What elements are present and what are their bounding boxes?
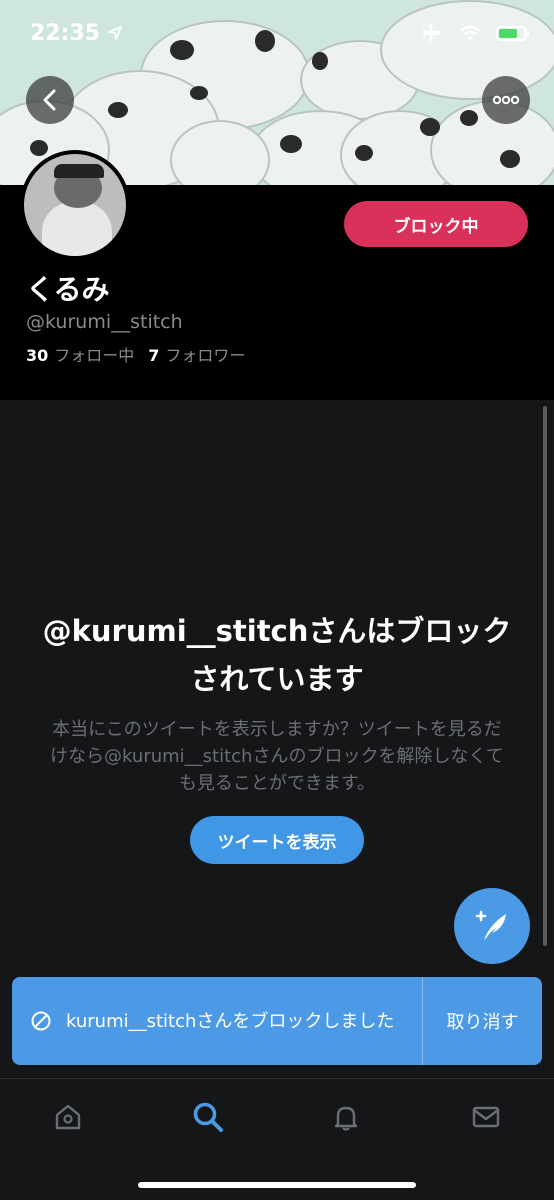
- follow-counts: 30 フォロー中 7 フォロワー: [26, 342, 245, 366]
- show-tweets-button[interactable]: ツイートを表示: [190, 816, 364, 864]
- more-horizontal-icon: [492, 95, 520, 105]
- tab-messages[interactable]: [466, 1097, 506, 1137]
- back-button[interactable]: [26, 76, 74, 124]
- blocked-description: 本当にこのツイートを表示しますか？ツイートを見るだけなら@kurumi__sti…: [50, 719, 504, 794]
- tab-search[interactable]: [188, 1097, 228, 1137]
- profile-handle: @kurumi__stitch: [26, 311, 183, 333]
- location-arrow-icon: [108, 26, 122, 40]
- profile-display-name: くるみ: [26, 273, 110, 306]
- battery-icon: [496, 25, 529, 41]
- wifi-icon: [460, 25, 480, 41]
- undo-button[interactable]: 取り消す: [422, 977, 542, 1065]
- block-icon: [31, 1011, 51, 1031]
- status-time: 22:35: [30, 21, 122, 46]
- compose-tweet-button[interactable]: [454, 888, 530, 964]
- home-icon: [55, 1104, 81, 1130]
- tab-home[interactable]: [48, 1097, 88, 1137]
- airplane-icon: [423, 23, 441, 43]
- chevron-left-icon: [43, 89, 56, 111]
- home-indicator: [138, 1182, 416, 1188]
- tab-notifications[interactable]: [326, 1097, 366, 1137]
- avatar[interactable]: [20, 150, 130, 260]
- bell-icon: [334, 1106, 358, 1131]
- search-icon: [193, 1102, 223, 1132]
- more-options-button[interactable]: [482, 76, 530, 124]
- block-snackbar: kurumi__stitchさんをブロックしました 取り消す: [12, 977, 542, 1065]
- scroll-indicator: [543, 406, 547, 946]
- blocked-button[interactable]: ブロック中: [344, 201, 528, 247]
- followers-count-link[interactable]: 7 フォロワー: [148, 342, 245, 366]
- status-bar: 22:35: [0, 0, 554, 66]
- blocked-title: @kurumi__stitchさんはブロックされています: [42, 614, 512, 696]
- compose-feather-icon: [475, 910, 506, 940]
- following-count-link[interactable]: 30 フォロー中: [26, 342, 134, 366]
- snackbar-message: kurumi__stitchさんをブロックしました: [66, 1010, 395, 1032]
- mail-icon: [472, 1106, 500, 1128]
